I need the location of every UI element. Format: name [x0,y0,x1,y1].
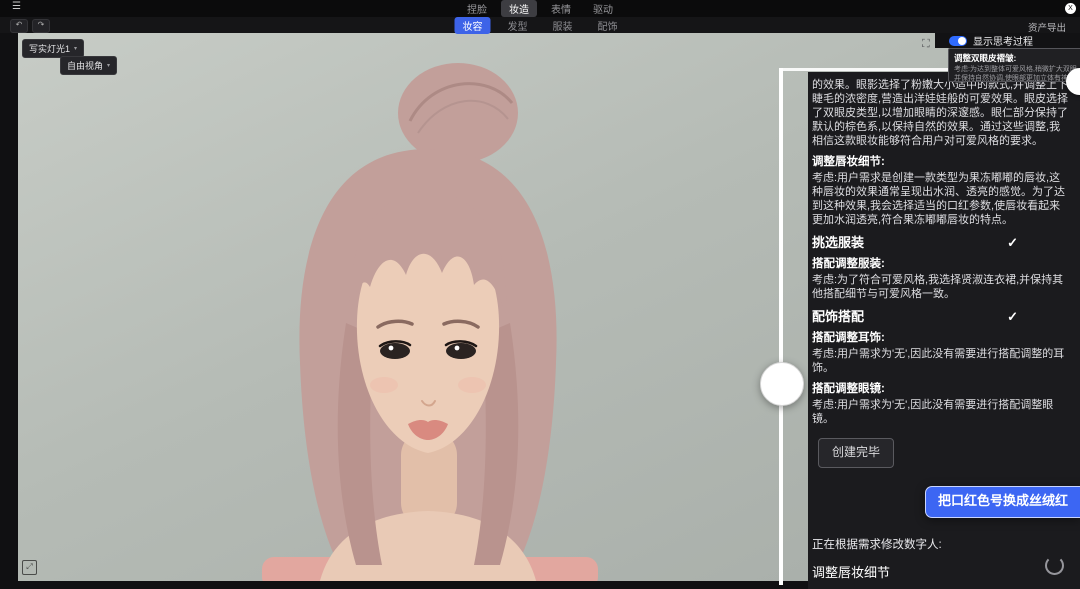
tab-drive[interactable]: 驱动 [585,0,621,17]
clothing-paragraph: 考虑:为了符合可爱风格,我选择贤淑连衣裙,并保持其他搭配细节与可爱风格一致。 [812,273,1070,301]
toggle-on-icon [949,36,967,46]
tab-accessories[interactable]: 配饰 [590,17,626,34]
fullscreen-icon[interactable]: ⛶ [922,38,930,51]
history-controls: ↶ ↷ [10,19,50,33]
thinking-log: 的效果。眼影选择了粉嫩大小适中的款式,并调整上下睫毛的浓密度,营造出洋娃娃般的可… [812,78,1070,430]
clothing-section-title: 挑选服装 [812,236,864,250]
tab-expression[interactable]: 表情 [543,0,579,17]
tooltip-title: 调整双眼皮褶皱: [954,52,1080,64]
earring-paragraph: 考虑:用户需求为'无',因此没有需要进行搭配调整的耳饰。 [812,347,1070,375]
show-thinking-toggle[interactable]: 显示思考过程 [935,33,1080,48]
category-tab-group: 妆容 发型 服装 配饰 [455,17,626,33]
viewport-gizmo-icon[interactable]: ⤢ [22,560,37,575]
thinking-tooltip: 调整双眼皮褶皱: 考虑:为达到整体可爱风格,稍微扩大双眼并保持自然协调,使眼部更… [948,48,1080,82]
status-modifying-text: 正在根据需求修改数字人: [812,536,1036,552]
character-render [18,33,808,581]
compare-slider-handle[interactable] [760,362,804,406]
lighting-dropdown-value: 写实灯光1 [29,42,70,55]
tab-hairstyle[interactable]: 发型 [500,17,536,34]
camera-view-dropdown[interactable]: 自由视角 ▾ [60,56,117,75]
user-avatar[interactable]: X [1065,3,1076,14]
compare-divider-line [779,68,783,585]
chevron-down-icon: ▾ [74,45,77,52]
lip-detail-heading: 调整唇妆细节: [812,155,1070,169]
show-thinking-label: 显示思考过程 [973,33,1033,48]
eye-makeup-paragraph: 的效果。眼影选择了粉嫩大小适中的款式,并调整上下睫毛的浓密度,营造出洋娃娃般的可… [812,78,1070,148]
glasses-heading: 搭配调整眼镜: [812,382,1070,396]
redo-icon[interactable]: ↷ [32,19,50,33]
earring-heading: 搭配调整耳饰: [812,331,1070,345]
asset-export-button[interactable]: 资产导出 [1028,20,1066,34]
undo-icon[interactable]: ↶ [10,19,28,33]
lip-detail-paragraph: 考虑:用户需求是创建一款类型为果冻嘟嘟的唇妆,这种唇妆的效果通常呈现出水润、透亮… [812,171,1070,227]
camera-view-dropdown-value: 自由视角 [67,59,103,72]
hamburger-menu-icon[interactable]: ☰ [12,1,21,12]
top-menu-bar: ☰ 捏脸 妆造 表情 驱动 X [0,0,1080,17]
app-window: ☰ 捏脸 妆造 表情 驱动 X ↶ ↷ 妆容 发型 服装 配饰 资产导出 [0,0,1080,589]
tooltip-body: 考虑:为达到整体可爱风格,稍微扩大双眼并保持自然协调,使眼部更加立体有神,并符合… [954,65,1080,82]
tab-makeup-style[interactable]: 妆造 [501,0,537,17]
tab-makeup[interactable]: 妆容 [455,17,491,34]
clothing-adjust-heading: 搭配调整服装: [812,257,1070,271]
chevron-down-icon: ▾ [107,62,110,69]
accessory-section-title: 配饰搭配 [812,310,864,324]
glasses-paragraph: 考虑:用户需求为'无',因此没有需要进行搭配调整眼镜。 [812,398,1070,426]
status-current-task: 调整唇妆细节 [812,562,1036,581]
check-icon: ✓ [1007,310,1018,324]
accessory-section-row: 配饰搭配 ✓ [812,310,1070,324]
lipstick-suggestion-button[interactable]: 把口红色号换成丝绒红 [925,486,1080,518]
clothing-section-row: 挑选服装 ✓ [812,236,1070,250]
main-tab-group: 捏脸 妆造 表情 驱动 [459,0,621,17]
check-icon: ✓ [1007,236,1018,250]
tab-face-sculpt[interactable]: 捏脸 [459,0,495,17]
sub-toolbar: ↶ ↷ 妆容 发型 服装 配饰 资产导出 [0,17,1080,33]
loading-spinner-icon [1045,556,1064,575]
status-area: 正在根据需求修改数字人: 调整唇妆细节 [812,536,1036,581]
creation-done-button[interactable]: 创建完毕 [818,438,894,468]
tab-clothing[interactable]: 服装 [545,17,581,34]
